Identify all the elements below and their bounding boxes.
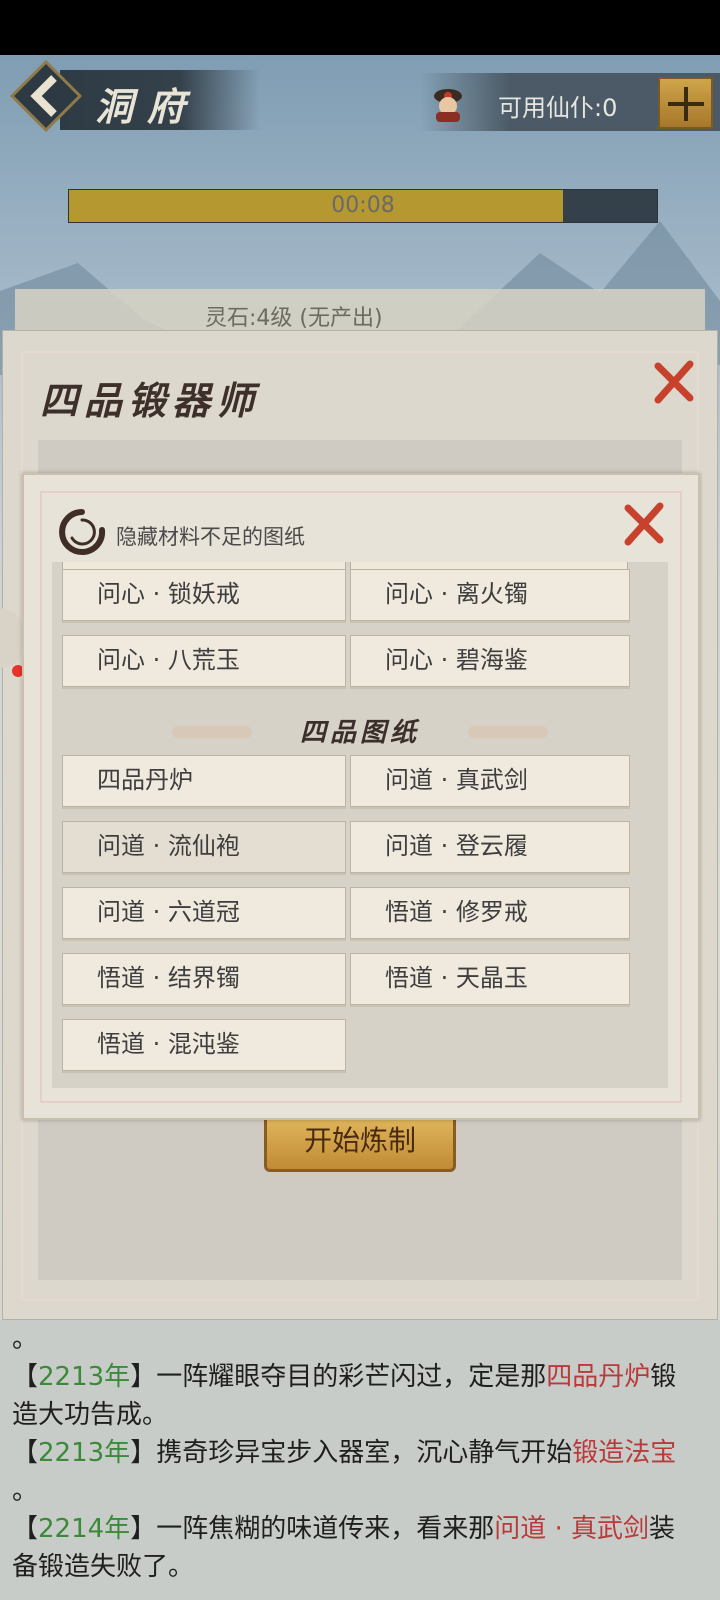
blueprint-item[interactable]: 悟道 · 结界镯 [62,953,346,1005]
blueprint-item[interactable]: 问心 · 锁妖戒 [62,569,346,621]
blueprint-list[interactable]: 问心 · 锁妖戒 问心 · 离火镯 问心 · 八荒玉 问心 · 碧海鉴 四品图纸… [52,562,668,1088]
log-line: 造大功告成。 [12,1396,712,1434]
log-text: 。 [12,1476,39,1506]
blueprint-item[interactable]: 悟道 · 混沌鉴 [62,1019,346,1071]
log-year: 2214年 [38,1514,131,1544]
log-highlight: 问道 · 真武剑 [494,1514,649,1544]
log-text: 造大功告成。 [12,1400,169,1430]
servant-avatar-icon [434,89,462,122]
stone-level-text: 灵石:4级 (无产出) [205,306,383,331]
log-text: 。 [12,1324,39,1354]
add-servant-button[interactable] [658,77,713,129]
log-line: 。 [12,1320,712,1358]
log-text: 【 [12,1514,39,1544]
servant-count: 可用仙仆:0 [498,94,618,122]
blueprint-item[interactable]: 问心 · 离火镯 [350,569,630,621]
log-text: 【 [12,1438,39,1468]
log-text: 备锻造失败了。 [12,1552,195,1582]
close-icon[interactable] [650,358,698,406]
log-text: 装 [649,1514,676,1544]
blueprint-item[interactable]: 悟道 · 修罗戒 [350,887,630,939]
log-text: 】携奇珍异宝步入器室，沉心静气开始 [130,1438,573,1468]
blueprint-item[interactable]: 问道 · 六道冠 [62,887,346,939]
blueprint-item[interactable]: 问道 · 真武剑 [350,755,630,807]
filter-ring-icon[interactable] [58,508,106,556]
start-forging-button[interactable]: 开始炼制 [264,1112,456,1172]
progress-time: 00:08 [331,193,395,218]
close-icon[interactable] [620,500,668,548]
log-text: 【 [12,1362,39,1392]
log-text: 】一阵焦糊的味道传来，看来那 [130,1514,495,1544]
log-line: 【2213年】携奇珍异宝步入器室，沉心静气开始锻造法宝 [12,1434,712,1472]
log-line: 【2213年】一阵耀眼夺目的彩芒闪过，定是那四品丹炉锻 [12,1358,712,1396]
page-title: 洞府 [95,84,200,129]
blueprint-item[interactable]: 问心 · 八荒玉 [62,635,346,687]
log-text: 锻 [650,1362,677,1392]
back-arrow-icon[interactable] [10,60,82,132]
log-line: 【2214年】一阵焦糊的味道传来，看来那问道 · 真武剑装 [12,1510,712,1548]
log-highlight: 锻造法宝 [572,1438,677,1468]
forge-progress-bar: 00:08 [68,189,658,223]
blueprint-item[interactable]: 问道 · 流仙袍 [62,821,346,873]
blueprint-item[interactable]: 问心 · 碧海鉴 [350,635,630,687]
blueprint-item[interactable]: 四品丹炉 [62,755,346,807]
section-title: 四品图纸 [299,718,420,748]
log-line: 备锻造失败了。 [12,1548,712,1586]
log-line: 。 [12,1472,712,1510]
log-year: 2213年 [38,1362,131,1392]
log-highlight: 四品丹炉 [546,1362,651,1392]
section-header: 四品图纸 [52,710,668,750]
log-year: 2213年 [38,1438,131,1468]
event-log: 。 【2213年】一阵耀眼夺目的彩芒闪过，定是那四品丹炉锻 造大功告成。 【22… [0,1320,720,1600]
forge-dialog-title: 四品锻器师 [40,378,261,423]
blueprint-item[interactable]: 悟道 · 天晶玉 [350,953,630,1005]
hide-insufficient-toggle-label[interactable]: 隐藏材料不足的图纸 [116,521,305,551]
log-text: 】一阵耀眼夺目的彩芒闪过，定是那 [130,1362,547,1392]
blueprint-item[interactable]: 问道 · 登云履 [350,821,630,873]
